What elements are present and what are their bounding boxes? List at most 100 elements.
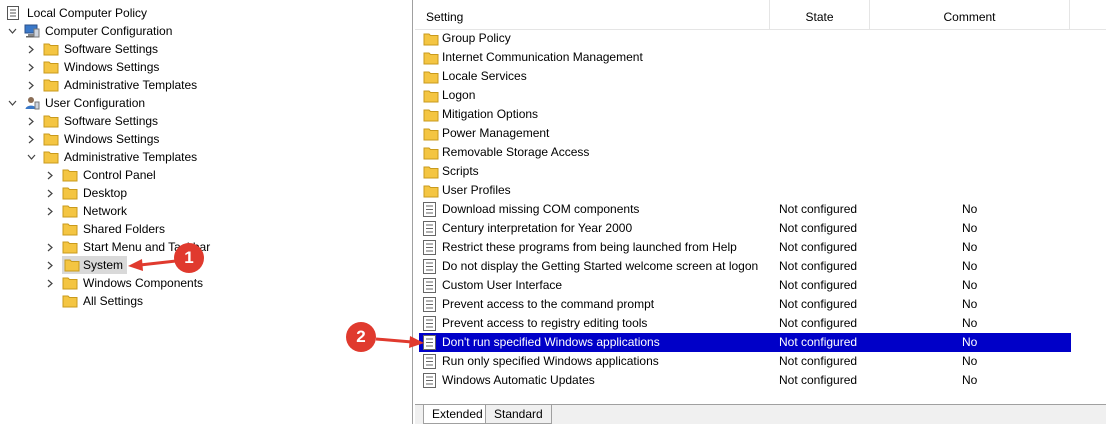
policy-row[interactable]: Custom User Interface Not configured No — [419, 276, 1071, 295]
policy-row[interactable]: Run only specified Windows applications N… — [419, 352, 1071, 371]
tab-standard[interactable]: Standard — [485, 405, 552, 424]
policy-row[interactable]: Century interpretation for Year 2000 Not … — [419, 219, 1071, 238]
column-header-setting[interactable]: Setting — [415, 0, 770, 30]
tree-item-all-settings[interactable]: All Settings — [62, 292, 145, 310]
tree-item-label: Windows Components — [83, 276, 204, 290]
column-header: Setting State Comment — [415, 0, 1106, 30]
folder-row[interactable]: Scripts — [419, 162, 1071, 181]
tree-item-cc-software-settings[interactable]: Software Settings — [25, 40, 160, 58]
chevron-right-icon[interactable] — [25, 40, 37, 58]
tree-item-label: Software Settings — [64, 114, 159, 128]
policy-name: Run only specified Windows applications — [442, 354, 659, 368]
policy-comment: No — [962, 278, 978, 292]
policy-setting-icon — [423, 259, 439, 275]
chevron-down-icon[interactable] — [25, 148, 37, 166]
chevron-right-icon[interactable] — [44, 256, 56, 274]
folder-name: Logon — [442, 88, 476, 102]
folder-row[interactable]: User Profiles — [419, 181, 1071, 200]
folder-name: Internet Communication Management — [442, 50, 643, 64]
folder-icon — [62, 168, 78, 182]
policy-setting-icon — [423, 335, 439, 351]
policy-row[interactable]: Restrict these programs from being launc… — [419, 238, 1071, 257]
policy-row[interactable]: Don't run specified Windows applications… — [419, 333, 1071, 352]
user-icon — [24, 96, 40, 110]
tree-item-control-panel[interactable]: Control Panel — [44, 166, 158, 184]
tab-extended[interactable]: Extended — [423, 405, 492, 424]
folder-name: Power Management — [442, 126, 550, 140]
policy-row[interactable]: Do not display the Getting Started welco… — [419, 257, 1071, 276]
folder-icon — [423, 107, 439, 123]
folder-row[interactable]: Removable Storage Access — [419, 143, 1071, 162]
tree-item-label: System — [83, 258, 124, 272]
tree-item-network[interactable]: Network — [44, 202, 129, 220]
folder-row[interactable]: Mitigation Options — [419, 105, 1071, 124]
policy-row[interactable]: Windows Automatic Updates Not configured N… — [419, 371, 1071, 390]
tree-item-shared-folders[interactable]: Shared Folders — [62, 220, 167, 238]
policy-setting-icon — [423, 240, 439, 256]
tree-item-label: All Settings — [83, 294, 144, 308]
policy-state: Not configured — [779, 373, 858, 387]
tree-item-system-selection: System — [62, 256, 128, 274]
folder-icon — [423, 126, 439, 142]
policy-comment: No — [962, 354, 978, 368]
tree-item-uc-administrative-templates[interactable]: Administrative Templates — [25, 148, 199, 166]
tree-item-cc-administrative-templates[interactable]: Administrative Templates — [25, 76, 199, 94]
folder-row[interactable]: Internet Communication Management — [419, 48, 1071, 67]
chevron-right-icon[interactable] — [25, 112, 37, 130]
policy-name: Century interpretation for Year 2000 — [442, 221, 633, 235]
chevron-right-icon[interactable] — [44, 202, 56, 220]
chevron-right-icon[interactable] — [25, 58, 37, 76]
folder-row[interactable]: Logon — [419, 86, 1071, 105]
policy-comment: No — [962, 202, 978, 216]
tree-item-label: Control Panel — [83, 168, 156, 182]
chevron-right-icon[interactable] — [25, 130, 37, 148]
tree-item-desktop[interactable]: Desktop — [44, 184, 129, 202]
folder-icon — [423, 31, 439, 47]
tree-item-system[interactable]: System — [44, 256, 128, 274]
policy-comment: No — [962, 316, 978, 330]
chevron-right-icon[interactable] — [44, 238, 56, 256]
folder-row[interactable]: Group Policy — [419, 29, 1071, 48]
folder-icon — [423, 145, 439, 161]
chevron-down-icon[interactable] — [6, 94, 18, 112]
folder-row[interactable]: Power Management — [419, 124, 1071, 143]
folder-icon — [64, 258, 80, 272]
folder-icon — [62, 222, 78, 236]
tree-item-cc-windows-settings[interactable]: Windows Settings — [25, 58, 161, 76]
tree-item-uc-windows-settings[interactable]: Windows Settings — [25, 130, 161, 148]
folder-icon — [43, 78, 59, 92]
chevron-right-icon[interactable] — [44, 166, 56, 184]
chevron-right-icon[interactable] — [44, 184, 56, 202]
policy-row[interactable]: Prevent access to registry editing tools… — [419, 314, 1071, 333]
tree-root[interactable]: Local Computer Policy — [6, 4, 149, 22]
folder-icon — [43, 150, 59, 164]
policy-setting-icon — [423, 354, 439, 370]
chevron-right-icon[interactable] — [25, 76, 37, 94]
tree-item-windows-components[interactable]: Windows Components — [44, 274, 205, 292]
chevron-down-icon[interactable] — [6, 22, 18, 40]
folder-name: Group Policy — [442, 31, 511, 45]
policy-row[interactable]: Download missing COM components Not confi… — [419, 200, 1071, 219]
folder-name: Removable Storage Access — [442, 145, 590, 159]
tree-item-uc-software-settings[interactable]: Software Settings — [25, 112, 160, 130]
tree-item-user-configuration[interactable]: User Configuration — [6, 94, 147, 112]
policy-name: Custom User Interface — [442, 278, 563, 292]
policy-name: Don't run specified Windows applications — [442, 335, 660, 349]
tree-item-label: Administrative Templates — [64, 150, 198, 164]
policy-state: Not configured — [779, 316, 858, 330]
column-header-state[interactable]: State — [770, 0, 870, 30]
folder-icon — [43, 60, 59, 74]
folder-name: User Profiles — [442, 183, 511, 197]
folder-row[interactable]: Locale Services — [419, 67, 1071, 86]
policy-row[interactable]: Prevent access to the command prompt Not … — [419, 295, 1071, 314]
column-header-comment[interactable]: Comment — [870, 0, 1070, 30]
policy-state: Not configured — [779, 278, 858, 292]
tree-item-computer-configuration[interactable]: Computer Configuration — [6, 22, 174, 40]
computer-icon — [24, 24, 40, 38]
tree-item-label: Desktop — [83, 186, 128, 200]
policy-setting-icon — [423, 316, 439, 332]
tree-item-label: Administrative Templates — [64, 78, 198, 92]
policy-name: Restrict these programs from being launc… — [442, 240, 737, 254]
folder-icon — [423, 183, 439, 199]
chevron-right-icon[interactable] — [44, 274, 56, 292]
